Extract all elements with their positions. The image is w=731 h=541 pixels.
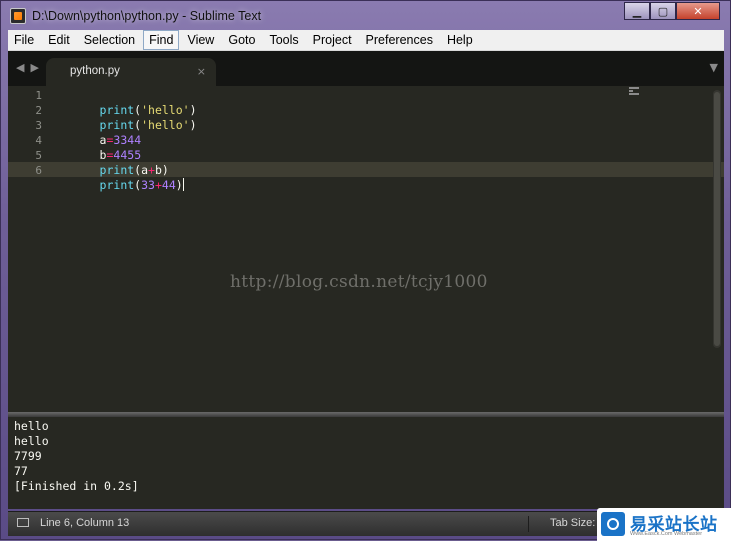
logo-mark-icon — [601, 512, 625, 536]
output-line: 77 — [14, 464, 28, 478]
menu-preferences[interactable]: Preferences — [360, 30, 439, 50]
line-number: 6 — [35, 164, 42, 177]
tab-python-py[interactable]: python.py × — [46, 58, 216, 86]
maximize-button[interactable]: ▢ — [650, 2, 676, 20]
code-token: ) — [189, 118, 197, 132]
window-title: D:\Down\python\python.py - Sublime Text — [32, 8, 262, 23]
tab-forward-icon[interactable]: ▶ — [30, 61, 38, 74]
status-divider — [528, 516, 529, 532]
menu-file[interactable]: File — [8, 30, 40, 50]
build-output-panel: hello hello 7799 77 [Finished in 0.2s] — [8, 417, 724, 509]
menu-project[interactable]: Project — [307, 30, 358, 50]
panel-toggle-icon[interactable] — [17, 518, 29, 527]
blog-watermark: http://blog.csdn.net/tcjy1000 — [230, 272, 488, 292]
tab-close-icon[interactable]: × — [197, 65, 206, 78]
output-line: 7799 — [14, 449, 42, 463]
text-cursor — [182, 178, 184, 191]
tab-size-selector[interactable]: Tab Size: — [550, 517, 595, 529]
menu-find[interactable]: Find — [143, 30, 180, 50]
output-line: hello — [14, 434, 49, 448]
line-number: 4 — [35, 134, 42, 147]
menu-goto[interactable]: Goto — [222, 30, 261, 50]
code-token: 'hello' — [141, 118, 190, 132]
title-bar: D:\Down\python\python.py - Sublime Text — [1, 1, 730, 30]
menu-bar: File Edit Selection Find View Goto Tools… — [8, 30, 724, 51]
line-number: 3 — [35, 119, 42, 132]
line-number: 2 — [35, 104, 42, 117]
tab-navigation: ◀ ▶ — [16, 61, 39, 74]
menu-help[interactable]: Help — [441, 30, 479, 50]
output-line: hello — [14, 419, 49, 433]
line-number: 1 — [35, 89, 42, 102]
app-window: D:\Down\python\python.py - Sublime Text … — [0, 0, 731, 541]
code-token: 44 — [161, 178, 176, 192]
editor-scrollbar-thumb[interactable] — [714, 92, 720, 346]
line-number-gutter: 1 2 3 4 5 6 — [8, 86, 52, 412]
output-line: [Finished in 0.2s] — [14, 479, 139, 493]
menu-selection[interactable]: Selection — [78, 30, 141, 50]
tab-dropdown-icon[interactable]: ▼ — [710, 61, 718, 74]
code-line: print(33+44) — [58, 163, 184, 208]
line-number: 5 — [35, 149, 42, 162]
close-button[interactable]: ✕ — [676, 2, 720, 20]
tab-strip: ◀ ▶ python.py × ▼ — [8, 51, 724, 86]
code-token: 33 — [141, 178, 155, 192]
menu-tools[interactable]: Tools — [263, 30, 304, 50]
tab-label: python.py — [70, 65, 120, 77]
tab-back-icon[interactable]: ◀ — [16, 61, 24, 74]
code-token: ) — [175, 178, 183, 192]
sublime-text-icon — [10, 7, 26, 24]
cursor-position: Line 6, Column 13 — [40, 517, 130, 529]
minimap[interactable] — [629, 87, 643, 99]
site-logo: 易采站长站 Www.Easck.Com Webmaster — [597, 508, 731, 541]
code-token: + — [154, 178, 162, 192]
minimize-button[interactable]: ▁ — [624, 2, 650, 20]
logo-subtext: Www.Easck.Com Webmaster — [630, 531, 703, 537]
code-editor[interactable]: 1 2 3 4 5 6 print('hello') print('hello'… — [8, 86, 724, 412]
code-token: print — [99, 178, 135, 192]
window-controls: ▁ ▢ ✕ — [624, 2, 720, 21]
menu-view[interactable]: View — [181, 30, 220, 50]
menu-edit[interactable]: Edit — [42, 30, 76, 50]
